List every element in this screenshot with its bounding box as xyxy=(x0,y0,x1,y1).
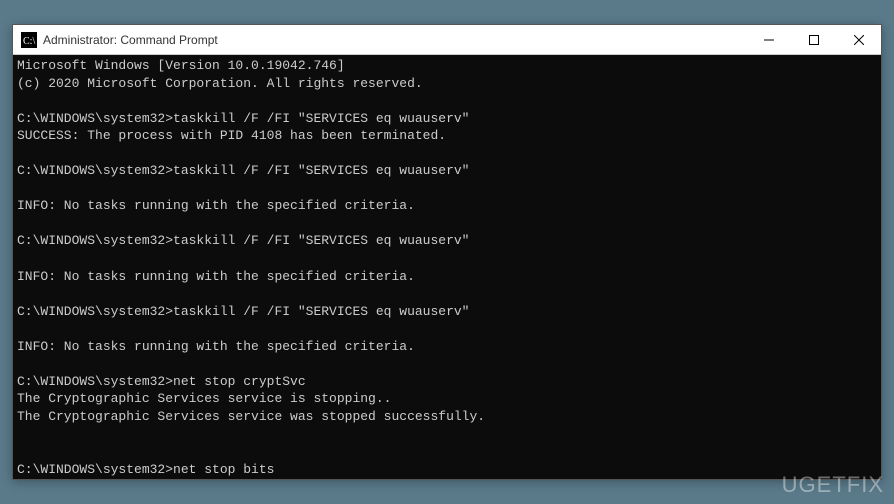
terminal-line xyxy=(17,425,877,443)
terminal-line: C:\WINDOWS\system32>taskkill /F /FI "SER… xyxy=(17,303,877,321)
terminal-line: C:\WINDOWS\system32>taskkill /F /FI "SER… xyxy=(17,110,877,128)
terminal-line xyxy=(17,180,877,198)
terminal-line: C:\WINDOWS\system32>net stop bits xyxy=(17,461,877,479)
terminal-line: C:\WINDOWS\system32>taskkill /F /FI "SER… xyxy=(17,232,877,250)
terminal-line: Microsoft Windows [Version 10.0.19042.74… xyxy=(17,57,877,75)
terminal-line xyxy=(17,92,877,110)
terminal-line: The Cryptographic Services service is st… xyxy=(17,390,877,408)
terminal-line xyxy=(17,320,877,338)
svg-text:C:\: C:\ xyxy=(23,36,35,47)
terminal-line: C:\WINDOWS\system32>net stop cryptSvc xyxy=(17,373,877,391)
terminal-output[interactable]: Microsoft Windows [Version 10.0.19042.74… xyxy=(13,55,881,479)
terminal-line: C:\WINDOWS\system32>taskkill /F /FI "SER… xyxy=(17,162,877,180)
terminal-line: INFO: No tasks running with the specifie… xyxy=(17,268,877,286)
terminal-line xyxy=(17,145,877,163)
titlebar[interactable]: C:\ Administrator: Command Prompt xyxy=(13,25,881,55)
terminal-line: INFO: No tasks running with the specifie… xyxy=(17,338,877,356)
maximize-icon xyxy=(809,35,819,45)
terminal-line: The Cryptographic Services service was s… xyxy=(17,408,877,426)
command-prompt-window: C:\ Administrator: Command Prompt Micros… xyxy=(12,24,882,480)
terminal-line: SUCCESS: The process with PID 4108 has b… xyxy=(17,127,877,145)
close-icon xyxy=(854,35,864,45)
window-title: Administrator: Command Prompt xyxy=(43,33,746,47)
terminal-line xyxy=(17,443,877,461)
terminal-line: INFO: No tasks running with the specifie… xyxy=(17,197,877,215)
window-controls xyxy=(746,25,881,54)
maximize-button[interactable] xyxy=(791,25,836,54)
cmd-icon: C:\ xyxy=(21,32,37,48)
terminal-line: The Background Intelligent Transfer Serv… xyxy=(17,478,877,479)
terminal-line xyxy=(17,215,877,233)
close-button[interactable] xyxy=(836,25,881,54)
terminal-line xyxy=(17,250,877,268)
terminal-line xyxy=(17,285,877,303)
minimize-icon xyxy=(764,35,774,45)
minimize-button[interactable] xyxy=(746,25,791,54)
terminal-line: (c) 2020 Microsoft Corporation. All righ… xyxy=(17,75,877,93)
terminal-line xyxy=(17,355,877,373)
